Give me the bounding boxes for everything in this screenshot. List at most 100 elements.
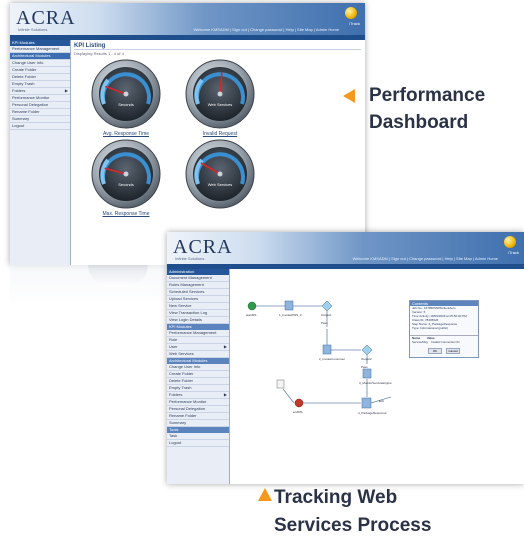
node-label-end: endMS bbox=[293, 410, 303, 414]
decision-node-icon[interactable] bbox=[361, 344, 373, 356]
sidebar-item-label: Personal Delegation bbox=[169, 406, 206, 411]
sidebar-item-label: Performance Management bbox=[12, 46, 60, 51]
sidebar-item-label: Upload Services bbox=[169, 296, 199, 301]
sidebar-item[interactable]: Document Management bbox=[167, 275, 229, 282]
node-label-exit: Exit bbox=[379, 399, 384, 403]
sidebar-item[interactable]: Folders ▶ bbox=[167, 392, 229, 399]
performance-callout-line2: Dashboard bbox=[369, 112, 469, 133]
sidebar-item-label: Empty Trash bbox=[169, 385, 192, 390]
sidebar-item-label: Rename Folder bbox=[12, 109, 40, 114]
sidebar-item-label: Summary bbox=[169, 420, 187, 425]
sidebar-item-label: Rules Management bbox=[169, 282, 204, 287]
sidebar-item[interactable]: Scheduled Services bbox=[167, 289, 229, 296]
sidebar-item[interactable]: New Service bbox=[167, 303, 229, 310]
sidebar-item[interactable]: Create Folder bbox=[10, 67, 70, 74]
sidebar-item[interactable]: Upload Services bbox=[167, 296, 229, 303]
workflow-node-icon[interactable] bbox=[284, 300, 294, 311]
ok-button[interactable]: OK bbox=[428, 348, 442, 354]
gauge-unit-label: Web Services bbox=[208, 182, 233, 187]
sidebar-item[interactable]: User ▶ bbox=[167, 344, 229, 351]
sidebar-item[interactable]: Web Services bbox=[167, 351, 229, 358]
sidebar-item[interactable]: View Login Details bbox=[167, 317, 229, 324]
sidebar-item-label: Architectural Modules bbox=[12, 53, 51, 58]
sidebar-item[interactable]: Summary bbox=[10, 116, 70, 123]
sidebar-item-label: Delete Folder bbox=[169, 378, 194, 383]
sidebar-item[interactable]: Performance Management bbox=[10, 46, 70, 53]
app-header: ACRA Infinite Solutions Welcome KMSADM |… bbox=[10, 3, 365, 35]
sidebar-item[interactable]: Empty Trash bbox=[167, 385, 229, 392]
sidebar-item[interactable]: Logout bbox=[10, 123, 70, 130]
sidebar-item[interactable]: Performance Monitor bbox=[10, 95, 70, 102]
decision-node-icon[interactable] bbox=[321, 300, 333, 312]
sidebar-item-label: Tools bbox=[169, 427, 179, 432]
node-label-pass1: Pass bbox=[321, 321, 328, 325]
triangle-up-icon bbox=[258, 488, 272, 501]
properties-panel: Contents Job No.: 16785PMWSClientAuto Ver… bbox=[409, 300, 479, 358]
node-label-4: 4_PackageResponse bbox=[358, 411, 387, 415]
chevron-right-icon: ▶ bbox=[64, 88, 68, 93]
sidebar-item[interactable]: Logout bbox=[167, 440, 229, 447]
tracking-callout-line2: Services Process bbox=[274, 515, 432, 536]
sidebar-item-label: Role bbox=[169, 337, 178, 342]
gauge-link[interactable]: Max. Response Time bbox=[90, 211, 162, 217]
table-cell-name: ServiceMsg bbox=[412, 340, 428, 344]
workflow-node-icon[interactable] bbox=[322, 344, 332, 355]
sidebar-item[interactable]: Performance Management bbox=[167, 330, 229, 337]
sidebar-item[interactable]: Task bbox=[167, 433, 229, 440]
gauge-link[interactable]: Avg. Response Time bbox=[90, 131, 162, 137]
sidebar-item[interactable]: Rename Folder bbox=[10, 109, 70, 116]
dashboard-screenshot: ACRA Infinite Solutions Welcome KMSADM |… bbox=[10, 3, 365, 265]
performance-callout-line1: Performance bbox=[369, 85, 486, 106]
sidebar-item[interactable]: Performance Monitor bbox=[167, 399, 229, 406]
itrack-label: iTrack bbox=[508, 250, 519, 255]
sidebar-item-label: Logout bbox=[169, 440, 182, 445]
app-header: ACRA Infinite Solutions Welcome KMSADM |… bbox=[167, 232, 524, 264]
sidebar-item[interactable]: Change User Info bbox=[10, 60, 70, 67]
node-label-check2: Output2 bbox=[361, 357, 372, 361]
sidebar-item-label: User bbox=[169, 344, 178, 349]
sidebar-item[interactable]: Role bbox=[167, 337, 229, 344]
start-node-icon[interactable] bbox=[247, 301, 257, 311]
workflow-node-icon[interactable] bbox=[362, 368, 372, 379]
sidebar-item[interactable]: Summary bbox=[167, 420, 229, 427]
sidebar-item[interactable]: Architectural Modules bbox=[10, 53, 70, 60]
speedometer-gauge[interactable]: Web Services bbox=[184, 138, 256, 210]
sidebar-item-label: Folders bbox=[169, 392, 183, 397]
triangle-left-icon bbox=[343, 89, 355, 103]
sidebar-item-label: Personal Delegation bbox=[12, 102, 49, 107]
speedometer-gauge[interactable]: Seconds bbox=[90, 58, 162, 130]
sidebar-item[interactable]: Rules Management bbox=[167, 282, 229, 289]
sidebar-item-label: Delete Folder bbox=[12, 74, 37, 79]
sidebar-item-label: Task bbox=[169, 433, 178, 438]
end-node-icon[interactable] bbox=[294, 398, 304, 408]
sidebar-item[interactable]: Empty Trash bbox=[10, 81, 70, 88]
sidebar-item[interactable]: Delete Folder bbox=[167, 378, 229, 385]
sidebar-item[interactable]: Rename Folder bbox=[167, 413, 229, 420]
sidebar-item[interactable]: Personal Delegation bbox=[167, 406, 229, 413]
cancel-button[interactable]: Cancel bbox=[446, 348, 460, 354]
workflow-diagram: startMS 1_InvokeDWS_0 Output1 Pass 2_Inv… bbox=[246, 300, 392, 415]
sidebar-item[interactable]: Change User Info bbox=[167, 364, 229, 371]
sidebar-item-label: Summary bbox=[12, 116, 30, 121]
sidebar-item[interactable]: Folders ▶ bbox=[10, 88, 70, 95]
speedometer-gauge[interactable]: Web Services bbox=[184, 58, 256, 130]
itrack-logo-icon bbox=[504, 236, 516, 248]
sidebar-item-label: Web Services bbox=[169, 351, 194, 356]
logo-tagline: Infinite Solutions bbox=[18, 27, 48, 32]
gauge-link[interactable]: Invalid Request bbox=[184, 131, 256, 137]
sidebar-item-label: Change User Info bbox=[169, 364, 201, 369]
sidebar-item[interactable]: View Transaction Log bbox=[167, 310, 229, 317]
header-links[interactable]: Welcome KMSADM | Sign out | Change passw… bbox=[194, 27, 339, 32]
sidebar-item[interactable]: Personal Delegation bbox=[10, 102, 70, 109]
sidebar-item-label: Create Folder bbox=[169, 371, 194, 376]
speedometer-gauge[interactable]: Seconds bbox=[90, 138, 162, 210]
gauge-unit-label: Seconds bbox=[118, 182, 134, 187]
script-node-icon[interactable] bbox=[276, 379, 285, 389]
performance-callout: Performance Dashboard bbox=[369, 82, 485, 136]
node-label-3: 3_MonitorServiceEngine bbox=[359, 381, 392, 385]
workflow-node-icon[interactable] bbox=[361, 397, 372, 409]
sidebar-item[interactable]: Create Folder bbox=[167, 371, 229, 378]
sidebar-item[interactable]: Delete Folder bbox=[10, 74, 70, 81]
properties-table: Name Value ServiceMsg Invalid Connection… bbox=[410, 335, 478, 344]
header-links[interactable]: Welcome KMSADM | Sign out | Change passw… bbox=[353, 256, 498, 261]
